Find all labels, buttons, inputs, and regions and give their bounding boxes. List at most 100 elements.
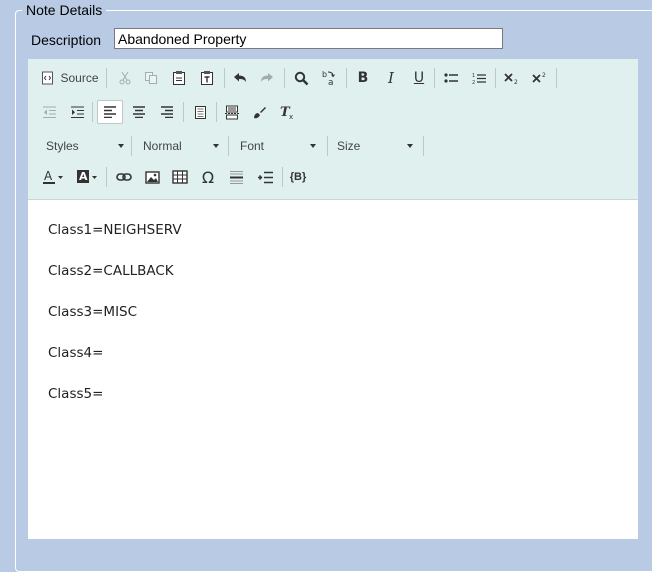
- bold-icon: B: [357, 70, 369, 86]
- svg-text:1: 1: [472, 73, 475, 79]
- link-button[interactable]: [113, 166, 135, 188]
- font-combo[interactable]: Font: [236, 135, 320, 157]
- underline-icon: U: [413, 70, 425, 86]
- copy-icon: [144, 71, 158, 85]
- scissors-icon: [118, 71, 132, 85]
- styles-combo[interactable]: Styles: [42, 135, 128, 157]
- subscript-icon: 2: [504, 71, 520, 85]
- align-left-icon: [103, 106, 117, 118]
- magnifier-icon: [294, 71, 309, 86]
- content-line: Class2=CALLBACK: [48, 263, 174, 279]
- svg-text:A: A: [79, 170, 88, 183]
- background-color-button[interactable]: A: [73, 166, 101, 188]
- svg-text:b: b: [322, 70, 327, 79]
- align-center-button[interactable]: [128, 101, 150, 123]
- subscript-button[interactable]: 2: [501, 67, 523, 89]
- indent-icon: [70, 106, 85, 119]
- italic-icon: I: [388, 69, 394, 87]
- placeholder-label: {B}: [289, 171, 307, 183]
- bulleted-list-button[interactable]: [440, 67, 462, 89]
- bold-button[interactable]: B: [352, 67, 374, 89]
- horizontal-line-button[interactable]: [225, 166, 247, 188]
- special-character-button[interactable]: Ω: [197, 166, 219, 188]
- align-right-button[interactable]: [156, 101, 178, 123]
- svg-text:2: 2: [514, 79, 518, 85]
- svg-text:a: a: [328, 78, 334, 86]
- format-combo[interactable]: Normal: [139, 135, 223, 157]
- replace-icon: ba: [321, 70, 337, 86]
- cut-button[interactable]: [114, 67, 136, 89]
- outdent-button[interactable]: [38, 101, 60, 123]
- copy-formatting-button[interactable]: [248, 101, 270, 123]
- font-combo-label: Font: [240, 139, 265, 153]
- background-color-icon: A: [76, 169, 98, 185]
- table-button[interactable]: [169, 166, 191, 188]
- horizontal-line-icon: [229, 170, 244, 185]
- align-left-button[interactable]: [97, 100, 123, 124]
- outdent-icon: [42, 106, 57, 119]
- svg-text:A: A: [44, 169, 53, 183]
- table-icon: [172, 170, 188, 184]
- superscript-button[interactable]: 2: [529, 67, 551, 89]
- align-right-icon: [160, 106, 174, 118]
- redo-icon: [259, 71, 275, 85]
- section-legend: Note Details: [22, 2, 107, 18]
- image-icon: [144, 170, 160, 184]
- italic-button[interactable]: I: [380, 67, 402, 89]
- remove-format-button[interactable]: Tx: [276, 101, 298, 123]
- numbered-list-button[interactable]: 12: [468, 67, 490, 89]
- format-combo-label: Normal: [143, 139, 182, 153]
- numbered-list-icon: 12: [472, 72, 487, 85]
- placeholder-button[interactable]: {B}: [287, 166, 309, 188]
- chevron-down-icon: [310, 144, 316, 148]
- find-button[interactable]: [290, 67, 312, 89]
- underline-button[interactable]: U: [408, 67, 430, 89]
- styles-combo-label: Styles: [46, 139, 79, 153]
- block-indent-icon: [257, 171, 274, 184]
- superscript-icon: 2: [532, 71, 548, 85]
- document-preview-icon: [194, 105, 207, 120]
- content-line: Class5=: [48, 386, 104, 402]
- chevron-down-icon: [118, 144, 124, 148]
- replace-button[interactable]: ba: [318, 67, 340, 89]
- align-center-icon: [132, 106, 146, 118]
- copy-button[interactable]: [140, 67, 162, 89]
- undo-icon: [232, 71, 248, 85]
- page-break-icon: [225, 105, 239, 120]
- image-button[interactable]: [141, 166, 163, 188]
- text-color-button[interactable]: A: [39, 166, 67, 188]
- description-label: Description: [31, 32, 102, 48]
- redo-button[interactable]: [256, 67, 278, 89]
- link-icon: [116, 172, 132, 182]
- svg-text:2: 2: [542, 72, 546, 79]
- size-combo-label: Size: [337, 139, 361, 153]
- source-label: Source: [60, 71, 99, 85]
- editor-toolbar: Source ba B I U 1 2 2 2 T x Styles Norma…: [28, 59, 638, 200]
- source-button[interactable]: Source: [40, 67, 100, 89]
- content-line: Class4=: [48, 345, 104, 361]
- chevron-down-icon: [407, 144, 413, 148]
- undo-button[interactable]: [229, 67, 251, 89]
- description-input[interactable]: [114, 28, 503, 49]
- page-break-button[interactable]: [221, 101, 243, 123]
- size-combo[interactable]: Size: [333, 135, 417, 157]
- chevron-down-icon: [213, 144, 219, 148]
- svg-text:x: x: [289, 113, 293, 120]
- preview-button[interactable]: [189, 101, 211, 123]
- content-line: Class3=MISC: [48, 304, 138, 320]
- omega-icon: Ω: [201, 167, 215, 187]
- clipboard-text-icon: [200, 70, 214, 86]
- bullet-list-icon: [443, 72, 459, 85]
- paintbrush-icon: [252, 105, 267, 120]
- svg-text:2: 2: [472, 80, 475, 85]
- paste-button[interactable]: [168, 67, 190, 89]
- text-color-icon: A: [42, 169, 64, 185]
- source-icon: [41, 71, 55, 85]
- clear-format-icon: Tx: [279, 105, 295, 120]
- paste-text-button[interactable]: [196, 67, 218, 89]
- rich-text-editor: Source ba B I U 1 2 2 2 T x Styles Norma…: [28, 59, 638, 539]
- content-line: Class1=NEIGHSERV: [48, 222, 182, 238]
- insert-block-button[interactable]: [253, 166, 277, 188]
- indent-button[interactable]: [66, 101, 88, 123]
- editor-content[interactable]: Class1=NEIGHSERV Class2=CALLBACK Class3=…: [48, 222, 182, 427]
